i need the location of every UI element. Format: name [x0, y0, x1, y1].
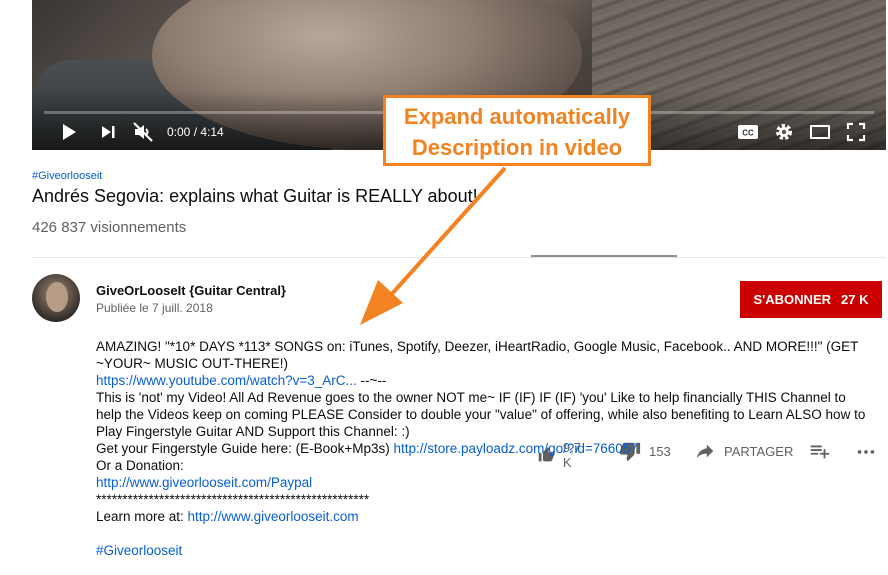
- publish-date: Publiée le 7 juill. 2018: [96, 301, 213, 315]
- play-icon[interactable]: [56, 120, 80, 144]
- channel-name[interactable]: GiveOrLooseIt {Guitar Central}: [96, 283, 286, 298]
- time-display: 0:00 / 4:14: [167, 125, 224, 139]
- description-line: help the Videos keep on coming PLEASE Co…: [96, 407, 866, 422]
- captions-icon[interactable]: CC: [736, 120, 760, 144]
- description-text: --~--: [356, 373, 387, 388]
- description-line: ****************************************…: [96, 492, 370, 507]
- annotation-callout: Expand automatically Description in vide…: [383, 95, 651, 166]
- settings-gear-icon[interactable]: [772, 120, 796, 144]
- hashtag-link[interactable]: #Giveorlooseit: [96, 543, 182, 558]
- view-count: 426 837 visionnements: [32, 219, 187, 236]
- description-blank-line: [96, 525, 888, 542]
- youtube-link[interactable]: https://www.youtube.com/watch?v=3_ArC...: [96, 373, 357, 388]
- subscribe-label: S'ABONNER: [753, 292, 832, 307]
- description-line: Learn more at: http://www.giveorlooseit.…: [96, 508, 888, 525]
- svg-text:CC: CC: [742, 129, 754, 138]
- annotation-line-1: Expand automatically: [403, 104, 631, 129]
- channel-avatar[interactable]: [32, 274, 80, 322]
- theater-mode-icon[interactable]: [808, 120, 832, 144]
- store-link[interactable]: http://store.payloadz.com/go/?id=766057: [394, 441, 638, 456]
- description-line: Get your Fingerstyle Guide here: (E-Book…: [96, 440, 888, 457]
- fullscreen-icon[interactable]: [844, 120, 868, 144]
- description-line: Play Fingerstyle Guitar AND Support this…: [96, 424, 410, 439]
- website-link[interactable]: http://www.giveorlooseit.com: [188, 509, 359, 524]
- description-line: http://www.giveorlooseit.com/Paypal: [96, 474, 888, 491]
- subscribe-button[interactable]: S'ABONNER 27 K: [740, 281, 882, 318]
- annotation-line-2: Description in video: [411, 135, 623, 160]
- mute-icon[interactable]: [131, 120, 155, 144]
- paypal-link[interactable]: http://www.giveorlooseit.com/Paypal: [96, 475, 312, 490]
- description-text: Get your Fingerstyle Guide here: (E-Book…: [96, 441, 394, 456]
- video-description: AMAZING! "*10* DAYS *113* SONGS on: iTun…: [96, 338, 888, 559]
- description-line: This is 'not' my Video! All Ad Revenue g…: [96, 390, 846, 405]
- video-title: Andrés Segovia: explains what Guitar is …: [32, 186, 478, 206]
- subscriber-count: 27 K: [841, 292, 869, 307]
- divider: [32, 257, 886, 258]
- description-line: Or a Donation:: [96, 458, 184, 473]
- video-hashtag[interactable]: #Giveorlooseit: [32, 170, 102, 182]
- description-line: ~YOUR~ MUSIC OUT-THERE!): [96, 356, 289, 371]
- description-line: AMAZING! "*10* DAYS *113* SONGS on: iTun…: [96, 339, 859, 354]
- description-text: Learn more at:: [96, 509, 188, 524]
- description-line: https://www.youtube.com/watch?v=3_ArC...…: [96, 372, 888, 389]
- next-icon[interactable]: [96, 120, 120, 144]
- description-line: #Giveorlooseit: [96, 542, 888, 559]
